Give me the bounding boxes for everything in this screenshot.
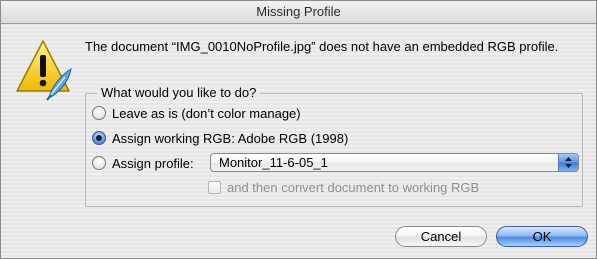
radio-button-selected[interactable] <box>92 131 106 145</box>
radio-button[interactable] <box>92 106 106 120</box>
window-title: Missing Profile <box>256 4 341 19</box>
radio-assign-profile[interactable]: Assign profile: <box>92 154 194 172</box>
missing-profile-dialog: Missing Profile The document “IMG_0010No… <box>0 0 597 259</box>
up-down-arrows-icon[interactable] <box>558 154 578 171</box>
convert-checkbox-row[interactable]: and then convert document to working RGB <box>208 179 479 195</box>
options-group-label: What would you like to do? <box>97 85 261 100</box>
ok-button[interactable]: OK <box>496 226 588 247</box>
radio-assign-profile-label: Assign profile: <box>112 155 194 171</box>
convert-checkbox-label: and then convert document to working RGB <box>227 179 480 195</box>
radio-assign-working-rgb-label: Assign working RGB: Adobe RGB (1998) <box>112 130 349 146</box>
radio-assign-working-rgb[interactable]: Assign working RGB: Adobe RGB (1998) <box>92 129 348 147</box>
feather-icon <box>43 67 75 101</box>
radio-leave-as-is[interactable]: Leave as is (don’t color manage) <box>92 104 301 122</box>
profile-select[interactable]: Monitor_11-6-05_1 <box>210 153 579 172</box>
alert-message: The document “IMG_0010NoProfile.jpg” doe… <box>85 39 559 54</box>
radio-leave-as-is-label: Leave as is (don’t color manage) <box>112 105 301 121</box>
radio-button[interactable] <box>92 156 106 170</box>
cancel-button[interactable]: Cancel <box>395 226 487 247</box>
title-bar[interactable]: Missing Profile <box>1 1 596 24</box>
profile-select-value: Monitor_11-6-05_1 <box>219 155 328 170</box>
convert-checkbox[interactable] <box>208 180 221 194</box>
